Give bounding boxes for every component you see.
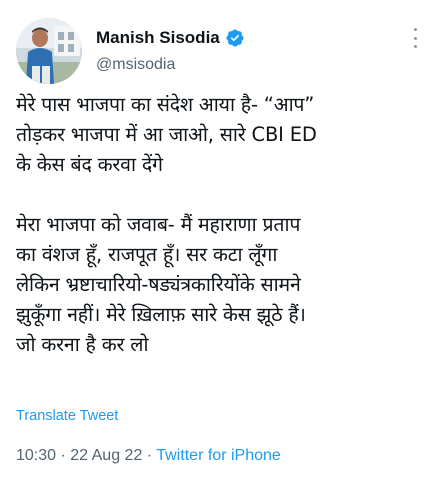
- tweet-source-link[interactable]: Twitter for iPhone: [156, 447, 281, 464]
- verified-badge-icon: [225, 28, 245, 48]
- meta-separator-2: ·: [142, 447, 157, 464]
- tweet-time[interactable]: 10:30: [16, 447, 56, 464]
- tweet-date[interactable]: 22 Aug 22: [70, 447, 142, 464]
- tweet-text: मेरे पास भाजपा का संदेश आया है- “आप” तोड…: [16, 90, 432, 360]
- author-name[interactable]: Manish Sisodia: [96, 28, 220, 48]
- avatar[interactable]: [16, 18, 82, 84]
- tweet-meta: 10:30 · 22 Aug 22 · Twitter for iPhone: [16, 447, 281, 465]
- meta-separator: ·: [56, 447, 71, 464]
- author-handle[interactable]: @msisodia: [96, 56, 175, 74]
- author-name-row: Manish Sisodia: [96, 28, 245, 48]
- tweet-card: Manish Sisodia @msisodia मेरे पास भाजपा …: [0, 0, 442, 480]
- tweet-paragraph-2: मेरा भाजपा को जवाब- मैं महाराणा प्रताप क…: [16, 213, 306, 356]
- tweet-paragraph-1: मेरे पास भाजपा का संदेश आया है- “आप” तोड…: [16, 93, 317, 176]
- translate-tweet-link[interactable]: Translate Tweet: [16, 408, 118, 424]
- avatar-photo: [16, 18, 82, 84]
- more-options-icon[interactable]: [408, 28, 422, 48]
